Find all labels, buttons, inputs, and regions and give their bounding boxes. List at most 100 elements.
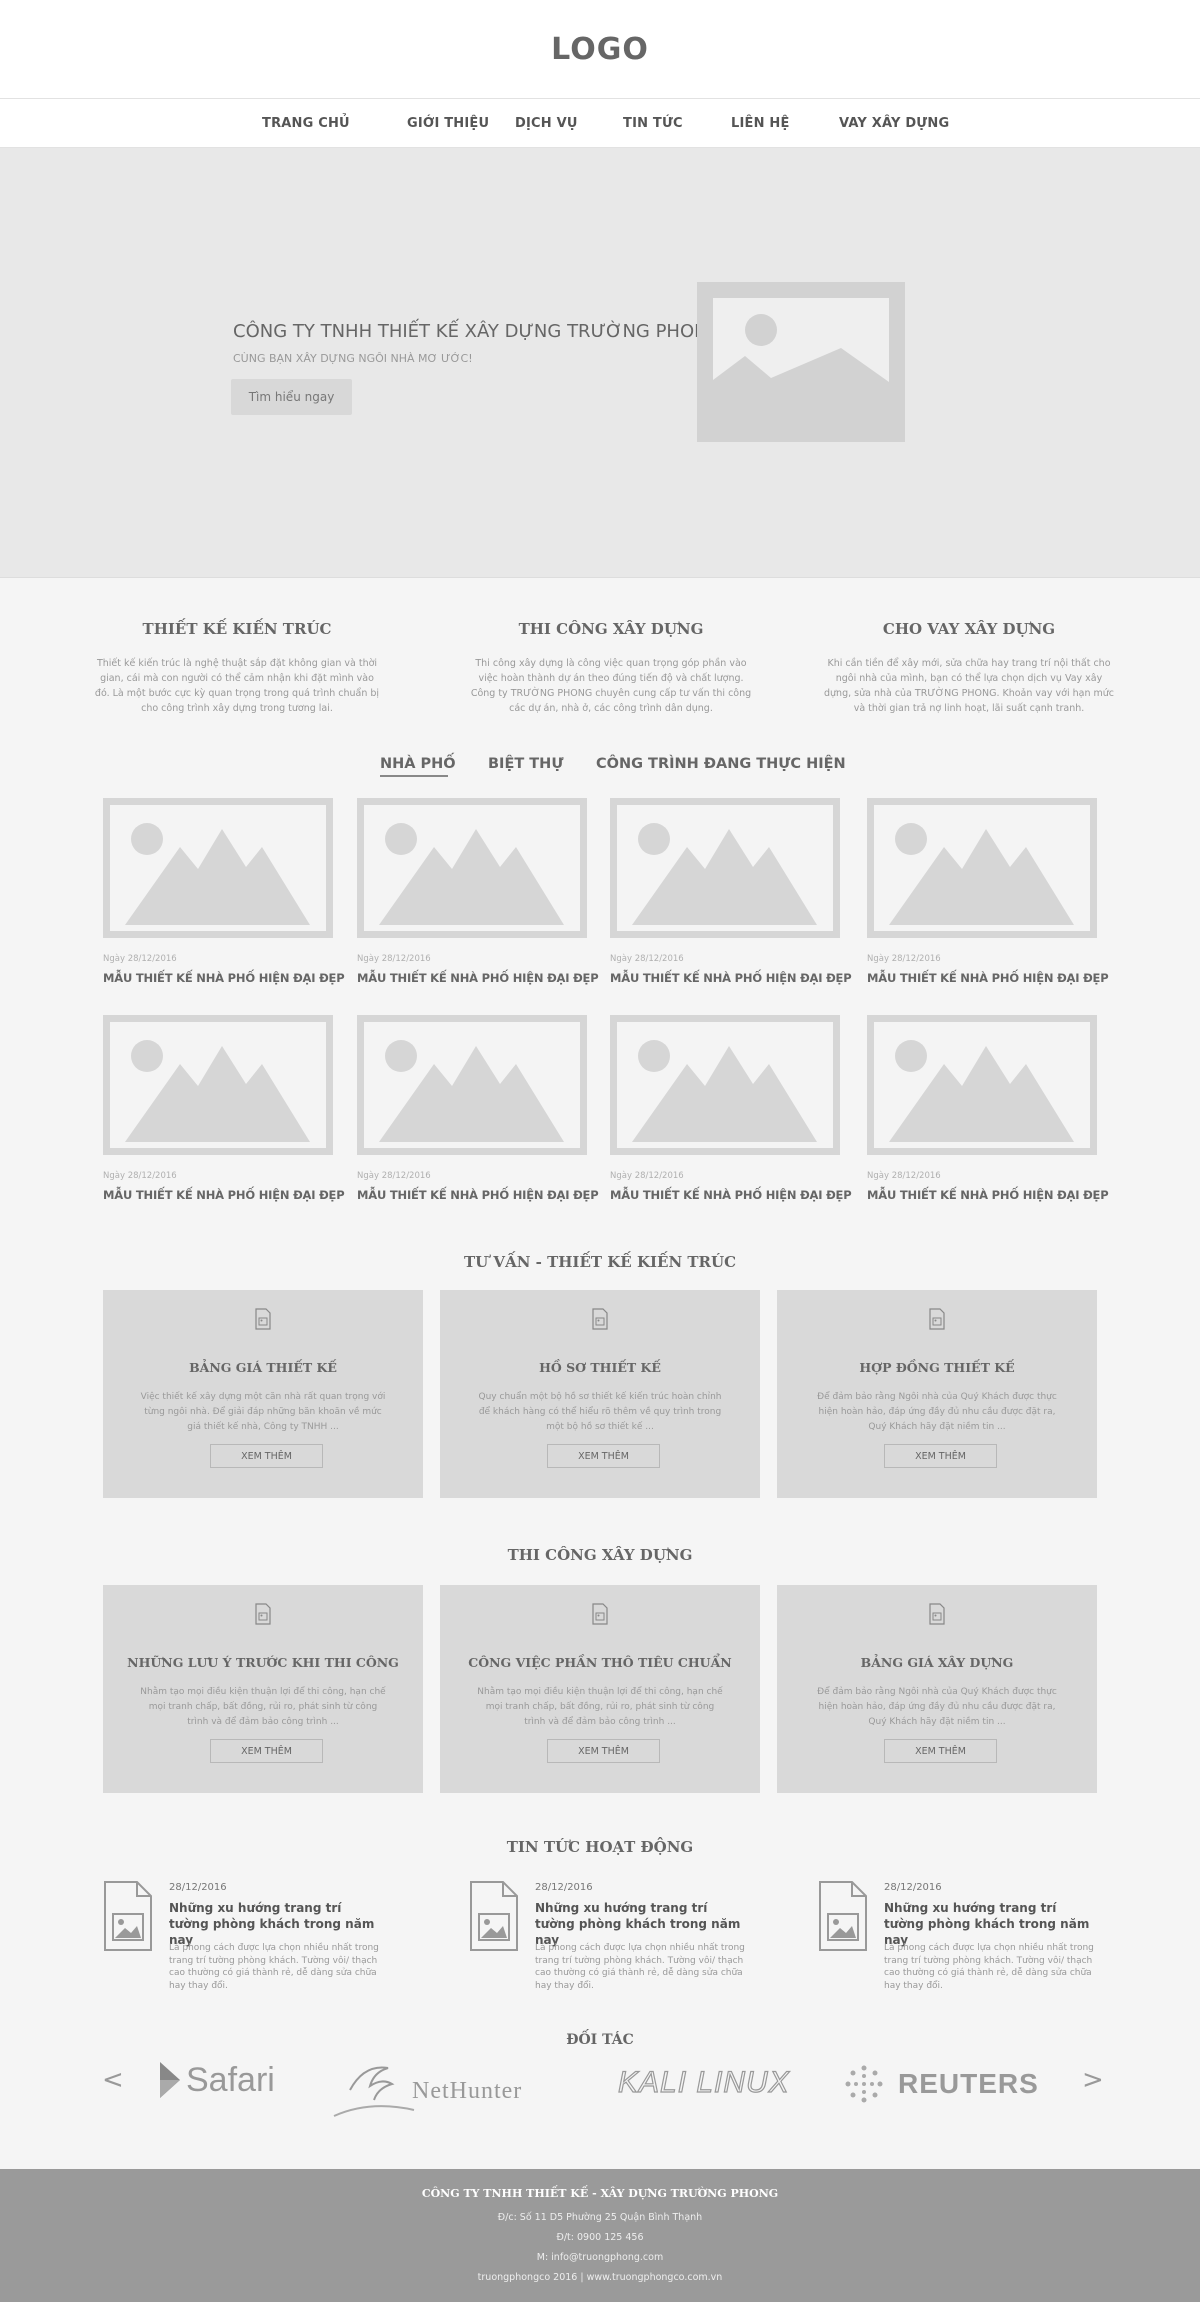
logo[interactable]: LOGO [551, 32, 649, 67]
consult-card: HỒ SƠ THIẾT KẾ Quy chuẩn một bộ hồ sơ thi… [440, 1290, 760, 1498]
product-card[interactable]: Ngày 28/12/2016 MẪU THIẾT KẾ NHÀ PHỐ HIỆN… [357, 1015, 599, 1202]
image-placeholder-icon [889, 823, 1074, 925]
nav-item-home[interactable]: TRANG CHỦ [262, 116, 350, 131]
construction-section-title: THI CÔNG XÂY DỰNG [507, 1546, 693, 1564]
service-construction: THI CÔNG XÂY DỰNG Thi công xây dựng là c… [466, 620, 756, 716]
news-title[interactable]: Những xu hướng trang trí tường phòng khá… [169, 1900, 379, 1948]
partners-next-arrow[interactable]: > [1082, 2065, 1104, 2095]
read-more-button[interactable]: XEM THÊM [210, 1739, 323, 1763]
nav-item-loan[interactable]: VAY XÂY DỰNG [839, 116, 949, 131]
construction-card: BẢNG GIÁ XÂY DỰNG Để đảm bảo rằng Ngôi nh… [777, 1585, 1097, 1793]
card-title: CÔNG VIỆC PHẦN THÔ TIÊU CHUẨN [468, 1655, 732, 1670]
news-title[interactable]: Những xu hướng trang trí tường phòng khá… [535, 1900, 745, 1948]
partner-logo-reuters[interactable]: REUTERS [840, 2062, 1039, 2106]
partner-logo-kali-linux[interactable]: KALI LINUX [617, 2065, 790, 2100]
product-card[interactable]: Ngày 28/12/2016 MẪU THIẾT KẾ NHÀ PHỐ HIỆN… [103, 1015, 345, 1202]
product-thumbnail[interactable] [867, 1015, 1097, 1155]
product-thumbnail[interactable] [357, 1015, 587, 1155]
hero-banner: CÔNG TY TNHH THIẾT KẾ XÂY DỰNG TRƯỜNG PH… [0, 148, 1200, 578]
tab-villa[interactable]: BIỆT THỰ [488, 756, 563, 772]
product-date: Ngày 28/12/2016 [610, 954, 684, 964]
product-thumbnail[interactable] [357, 798, 587, 938]
nav-item-news[interactable]: TIN TỨC [623, 116, 683, 131]
image-placeholder-icon [125, 823, 310, 925]
service-title: THIẾT KẾ KIẾN TRÚC [142, 620, 332, 638]
product-name[interactable]: MẪU THIẾT KẾ NHÀ PHỐ HIỆN ĐẠI ĐẸP [103, 1188, 345, 1202]
card-title: HỒ SƠ THIẾT KẾ [539, 1360, 661, 1375]
footer: CÔNG TY TNHH THIẾT KẾ - XÂY DỰNG TRƯỜNG … [0, 2169, 1200, 2302]
product-thumbnail[interactable] [103, 798, 333, 938]
news-section-title: TIN TỨC HOẠT ĐỘNG [506, 1838, 694, 1856]
hero-title: CÔNG TY TNHH THIẾT KẾ XÂY DỰNG TRƯỜNG PH… [233, 321, 722, 342]
product-name[interactable]: MẪU THIẾT KẾ NHÀ PHỐ HIỆN ĐẠI ĐẸP [610, 1188, 852, 1202]
product-card[interactable]: Ngày 28/12/2016 MẪU THIẾT KẾ NHÀ PHỐ HIỆN… [867, 798, 1109, 985]
document-image-icon [929, 1603, 945, 1625]
product-date: Ngày 28/12/2016 [867, 954, 941, 964]
read-more-button[interactable]: XEM THÊM [547, 1739, 660, 1763]
news-excerpt: Lá phong cách được lựa chọn nhiều nhất t… [884, 1943, 1094, 1991]
product-card[interactable]: Ngày 28/12/2016 MẪU THIẾT KẾ NHÀ PHỐ HIỆN… [103, 798, 345, 985]
news-document-icon [819, 1881, 867, 1951]
product-card[interactable]: Ngày 28/12/2016 MẪU THIẾT KẾ NHÀ PHỐ HIỆN… [357, 798, 599, 985]
product-name[interactable]: MẪU THIẾT KẾ NHÀ PHỐ HIỆN ĐẠI ĐẸP [610, 971, 852, 985]
product-name[interactable]: MẪU THIẾT KẾ NHÀ PHỐ HIỆN ĐẠI ĐẸP [103, 971, 345, 985]
news-title[interactable]: Những xu hướng trang trí tường phòng khá… [884, 1900, 1094, 1948]
product-thumbnail[interactable] [610, 1015, 840, 1155]
hero-image-placeholder [697, 282, 905, 442]
service-loan: CHO VAY XÂY DỰNG Khi cần tiền để xây mới… [824, 620, 1114, 716]
read-more-button[interactable]: XEM THÊM [884, 1739, 997, 1763]
page: LOGO TRANG CHỦ GIỚI THIỆU DỊCH VỤ TIN TỨ… [0, 0, 1200, 2302]
product-thumbnail[interactable] [610, 798, 840, 938]
product-card[interactable]: Ngày 28/12/2016 MẪU THIẾT KẾ NHÀ PHỐ HIỆN… [867, 1015, 1109, 1202]
document-image-icon [255, 1603, 271, 1625]
news-item[interactable]: 28/12/2016 Những xu hướng trang trí tường… [103, 1880, 403, 2000]
news-date: 28/12/2016 [535, 1882, 593, 1893]
card-text: Để đảm bảo rằng Ngôi nhà của Quý Khách đ… [817, 1392, 1057, 1432]
product-thumbnail[interactable] [867, 798, 1097, 938]
news-excerpt: Lá phong cách được lựa chọn nhiều nhất t… [535, 1943, 745, 1991]
card-text: Nhằm tạo mọi điều kiện thuận lợi để thi … [477, 1687, 723, 1727]
footer-email[interactable]: M: info@truongphong.com [0, 2252, 1200, 2263]
news-item[interactable]: 28/12/2016 Những xu hướng trang trí tường… [469, 1880, 769, 2000]
read-more-button[interactable]: XEM THÊM [547, 1444, 660, 1468]
product-name[interactable]: MẪU THIẾT KẾ NHÀ PHỐ HIỆN ĐẠI ĐẸP [867, 1188, 1109, 1202]
footer-address: Đ/c: Số 11 D5 Phường 25 Quận Bình Thạnh [497, 2212, 703, 2223]
reuters-dots-icon [845, 2065, 883, 2103]
service-text: Thi công xây dựng là công việc quan trọn… [470, 658, 752, 714]
partners-prev-arrow[interactable]: < [102, 2065, 124, 2095]
service-text: Khi cần tiền để xây mới, sửa chữa hay tr… [824, 658, 1114, 714]
tab-townhouse[interactable]: NHÀ PHỐ [380, 756, 456, 772]
product-name[interactable]: MẪU THIẾT KẾ NHÀ PHỐ HIỆN ĐẠI ĐẸP [357, 1188, 599, 1202]
image-placeholder-icon [632, 1040, 817, 1142]
service-architecture: THIẾT KẾ KIẾN TRÚC Thiết kế kiến trúc là… [92, 620, 382, 716]
hero-subtitle: CÙNG BẠN XÂY DỰNG NGÔI NHÀ MƠ ƯỚC! [233, 352, 473, 365]
product-date: Ngày 28/12/2016 [357, 954, 431, 964]
card-text: Để đảm bảo rằng Ngôi nhà của Quý Khách đ… [817, 1687, 1057, 1727]
card-text: Việc thiết kế xây dựng một căn nhà rất q… [140, 1392, 386, 1432]
read-more-button[interactable]: XEM THÊM [884, 1444, 997, 1468]
partner-logo-nethunter[interactable]: NetHunter [330, 2060, 540, 2117]
learn-more-button[interactable]: Tìm hiểu ngay [231, 379, 352, 415]
dragon-icon [333, 2066, 415, 2117]
news-document-icon [470, 1881, 518, 1951]
product-card[interactable]: Ngày 28/12/2016 MẪU THIẾT KẾ NHÀ PHỐ HIỆN… [610, 1015, 852, 1202]
product-date: Ngày 28/12/2016 [103, 1171, 177, 1181]
construction-card: CÔNG VIỆC PHẦN THÔ TIÊU CHUẨN Nhằm tạo mọ… [440, 1585, 760, 1793]
footer-website[interactable]: truongphongco 2016 | www.truongphongco.c… [0, 2272, 1200, 2283]
product-date: Ngày 28/12/2016 [357, 1171, 431, 1181]
product-name[interactable]: MẪU THIẾT KẾ NHÀ PHỐ HIỆN ĐẠI ĐẸP [867, 971, 1109, 985]
product-card[interactable]: Ngày 28/12/2016 MẪU THIẾT KẾ NHÀ PHỐ HIỆN… [610, 798, 852, 985]
read-more-button[interactable]: XEM THÊM [210, 1444, 323, 1468]
product-name[interactable]: MẪU THIẾT KẾ NHÀ PHỐ HIỆN ĐẠI ĐẸP [357, 971, 599, 985]
product-thumbnail[interactable] [103, 1015, 333, 1155]
image-icon [713, 314, 889, 410]
construction-card: NHỮNG LƯU Ý TRƯỚC KHI THI CÔNG Nhằm tạo m… [103, 1585, 423, 1793]
news-item[interactable]: 28/12/2016 Những xu hướng trang trí tường… [818, 1880, 1118, 2000]
tab-ongoing-projects[interactable]: CÔNG TRÌNH ĐANG THỰC HIỆN [596, 756, 846, 772]
nav-item-contact[interactable]: LIÊN HỆ [731, 116, 790, 131]
partner-logo-safari[interactable]: Safari [158, 2060, 275, 2100]
nav-item-services[interactable]: DỊCH VỤ [515, 116, 578, 131]
consult-card: HỢP ĐỒNG THIẾT KẾ Để đảm bảo rằng Ngôi nh… [777, 1290, 1097, 1498]
image-placeholder-icon [125, 1040, 310, 1142]
nav-item-about[interactable]: GIỚI THIỆU [407, 116, 489, 131]
